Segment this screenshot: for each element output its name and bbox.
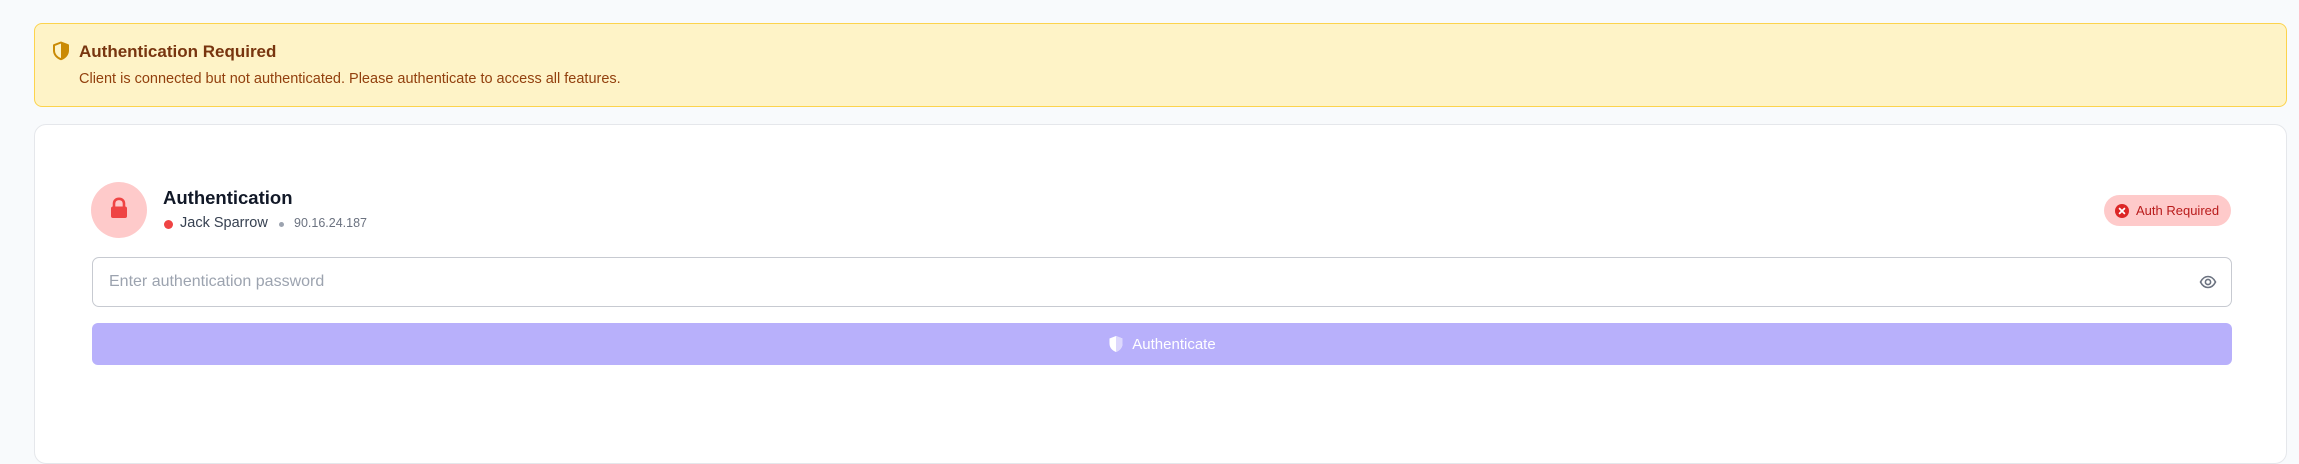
eye-icon[interactable] [2199,273,2217,291]
badge-label: Auth Required [2136,203,2220,218]
auth-status-badge: Auth Required [2104,195,2231,226]
shield-check-icon [1108,335,1124,353]
card-title: Authentication [163,187,293,208]
separator-dot [279,222,284,227]
alert-message: Client is connected but not authenticate… [79,71,621,87]
auth-required-alert: Authentication Required Client is connec… [34,23,2287,107]
password-input[interactable] [92,257,2232,307]
authenticate-button[interactable]: Authenticate [92,323,2232,365]
client-ip: 90.16.24.187 [294,216,367,230]
client-name: Jack Sparrow [180,215,268,231]
alert-title: Authentication Required [79,42,277,61]
x-circle-icon [2115,203,2129,218]
lock-avatar [91,182,147,238]
status-dot [164,220,173,229]
lock-icon [109,196,129,224]
shield-half-icon [51,41,71,61]
authentication-card: Authentication Jack Sparrow 90.16.24.187… [34,124,2287,464]
authenticate-button-label: Authenticate [1132,335,1216,353]
